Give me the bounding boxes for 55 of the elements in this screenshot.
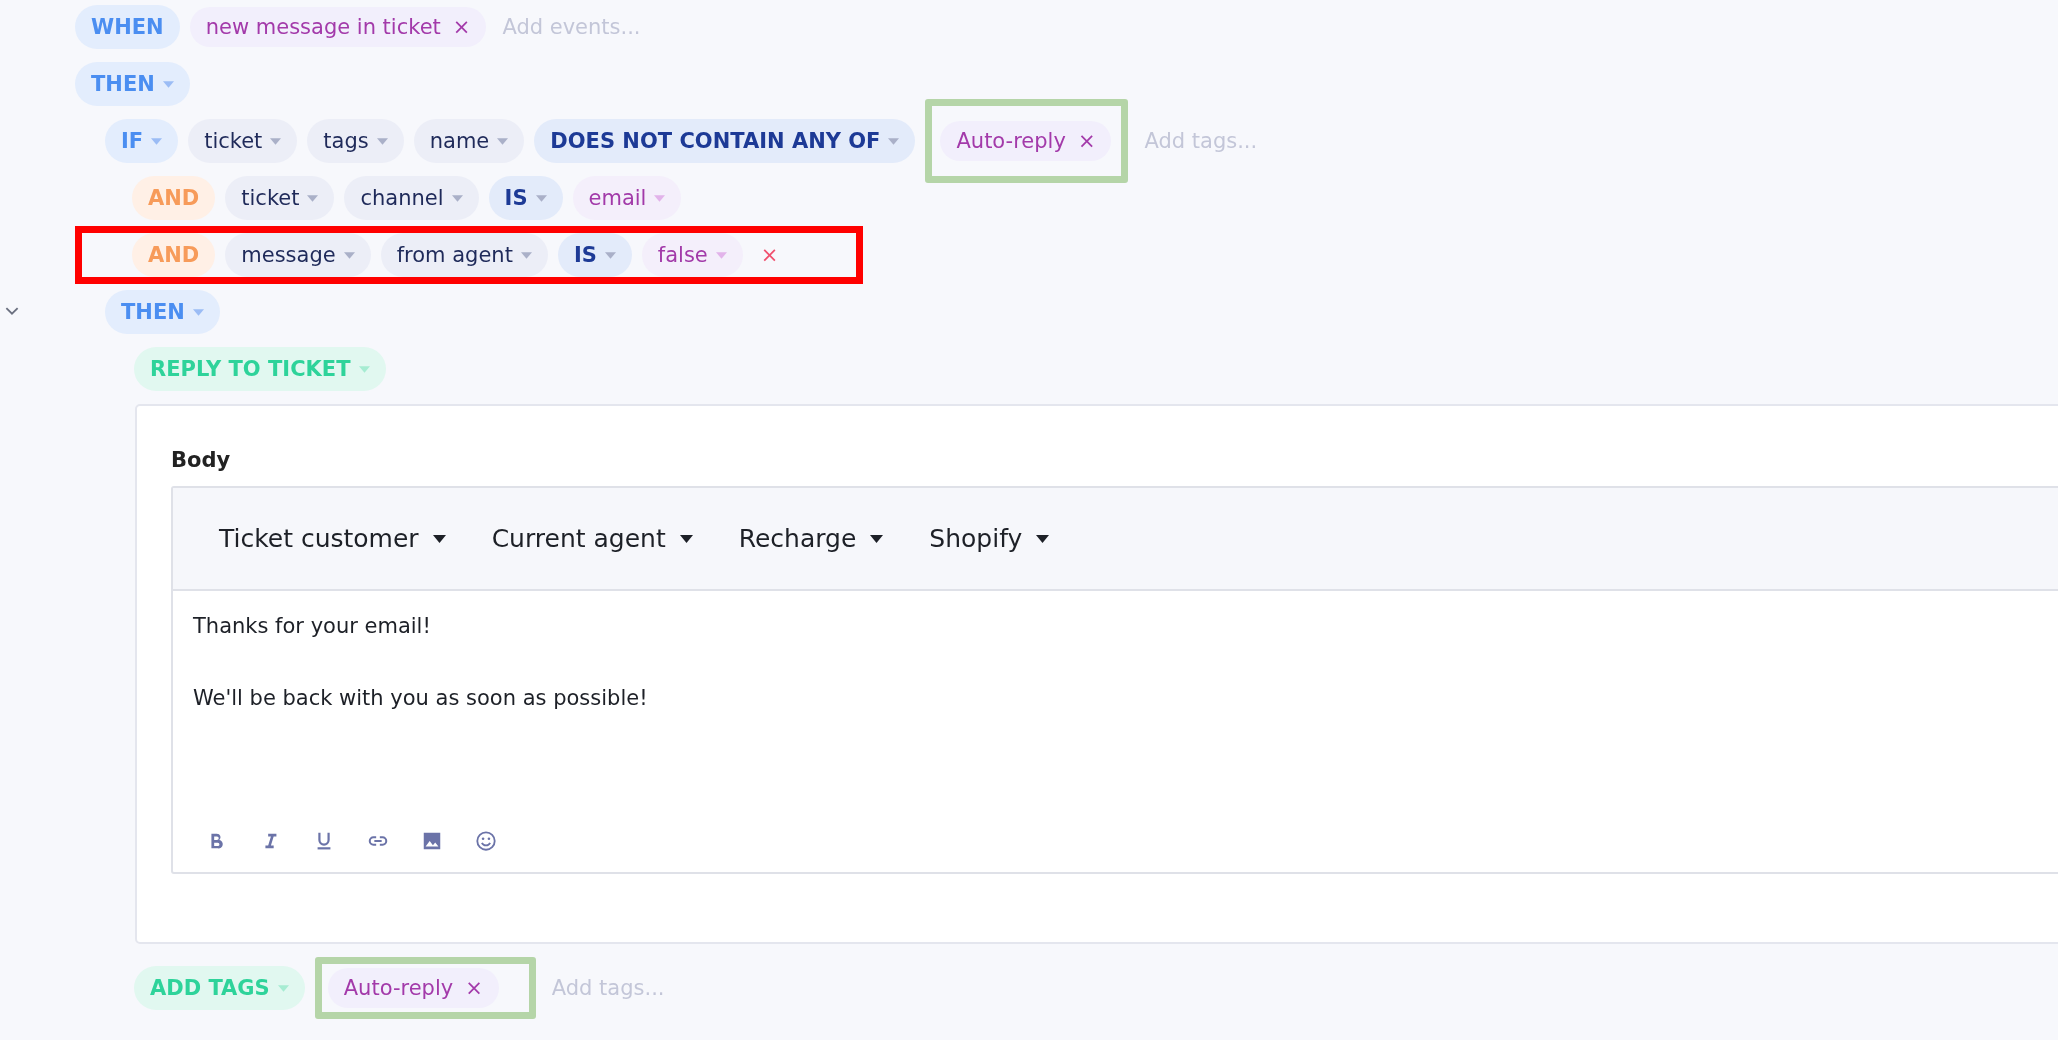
if-select[interactable]: IF (105, 119, 179, 163)
caret-icon (192, 308, 204, 316)
value-select[interactable]: false (641, 233, 743, 277)
tag-chip[interactable]: Auto-reply × (940, 121, 1112, 161)
chevron-down-icon[interactable] (5, 307, 19, 316)
then-select[interactable]: THEN (105, 290, 220, 334)
caret-icon (520, 251, 532, 259)
caret-icon (1036, 534, 1050, 543)
tag-chip[interactable]: Auto-reply × (327, 968, 499, 1008)
remove-condition-icon[interactable]: × (760, 243, 779, 267)
field-select[interactable]: ticket (225, 176, 335, 220)
then-select[interactable]: THEN (75, 62, 190, 106)
field-label: Body (171, 448, 232, 472)
caret-icon (654, 194, 666, 202)
remove-icon[interactable]: × (465, 976, 483, 1000)
caret-icon (358, 365, 370, 373)
field-select[interactable]: name (413, 119, 525, 163)
caret-icon (715, 251, 727, 259)
field-select[interactable]: from agent (380, 233, 548, 277)
remove-icon[interactable]: × (452, 15, 471, 39)
caret-icon (870, 534, 884, 543)
caret-icon (604, 251, 616, 259)
caret-icon (679, 534, 693, 543)
caret-icon (535, 194, 547, 202)
operator-select[interactable]: IS (488, 176, 563, 220)
caret-icon (432, 534, 446, 543)
message-text: Thanks for your email! (193, 613, 432, 639)
caret-icon (270, 137, 282, 145)
variable-dropdown[interactable]: Current agent (491, 524, 693, 553)
operator-select[interactable]: IS (557, 233, 632, 277)
image-icon[interactable] (421, 830, 443, 852)
caret-icon (307, 194, 319, 202)
field-select[interactable]: channel (344, 176, 479, 220)
emoji-icon[interactable] (475, 830, 497, 852)
tag-chip[interactable]: new message in ticket × (189, 7, 487, 47)
caret-icon (451, 194, 463, 202)
caret-icon (376, 137, 388, 145)
field-select[interactable]: ticket (188, 119, 298, 163)
caret-icon (162, 80, 174, 88)
message-body-field[interactable]: Thanks for your email! We'll be back with you as soon as possible! (173, 591, 2058, 830)
caret-icon (277, 984, 289, 992)
field-select[interactable]: tags (307, 119, 404, 163)
caret-icon (888, 137, 900, 145)
caret-icon (151, 137, 163, 145)
message-text: We'll be back with you as soon as possible! (193, 685, 649, 711)
field-select[interactable]: message (225, 233, 371, 277)
remove-icon[interactable]: × (1077, 129, 1096, 153)
variable-dropdown[interactable]: Recharge (738, 524, 884, 553)
when-keyword[interactable]: WHEN (75, 5, 180, 49)
caret-icon (497, 137, 509, 145)
caret-icon (343, 251, 355, 259)
variable-dropdown[interactable]: Ticket customer (219, 524, 446, 553)
value-select[interactable]: email (572, 176, 682, 220)
variable-dropdown[interactable]: Shopify (929, 524, 1050, 553)
operator-select[interactable]: DOES NOT CONTAIN ANY OF (534, 119, 916, 163)
